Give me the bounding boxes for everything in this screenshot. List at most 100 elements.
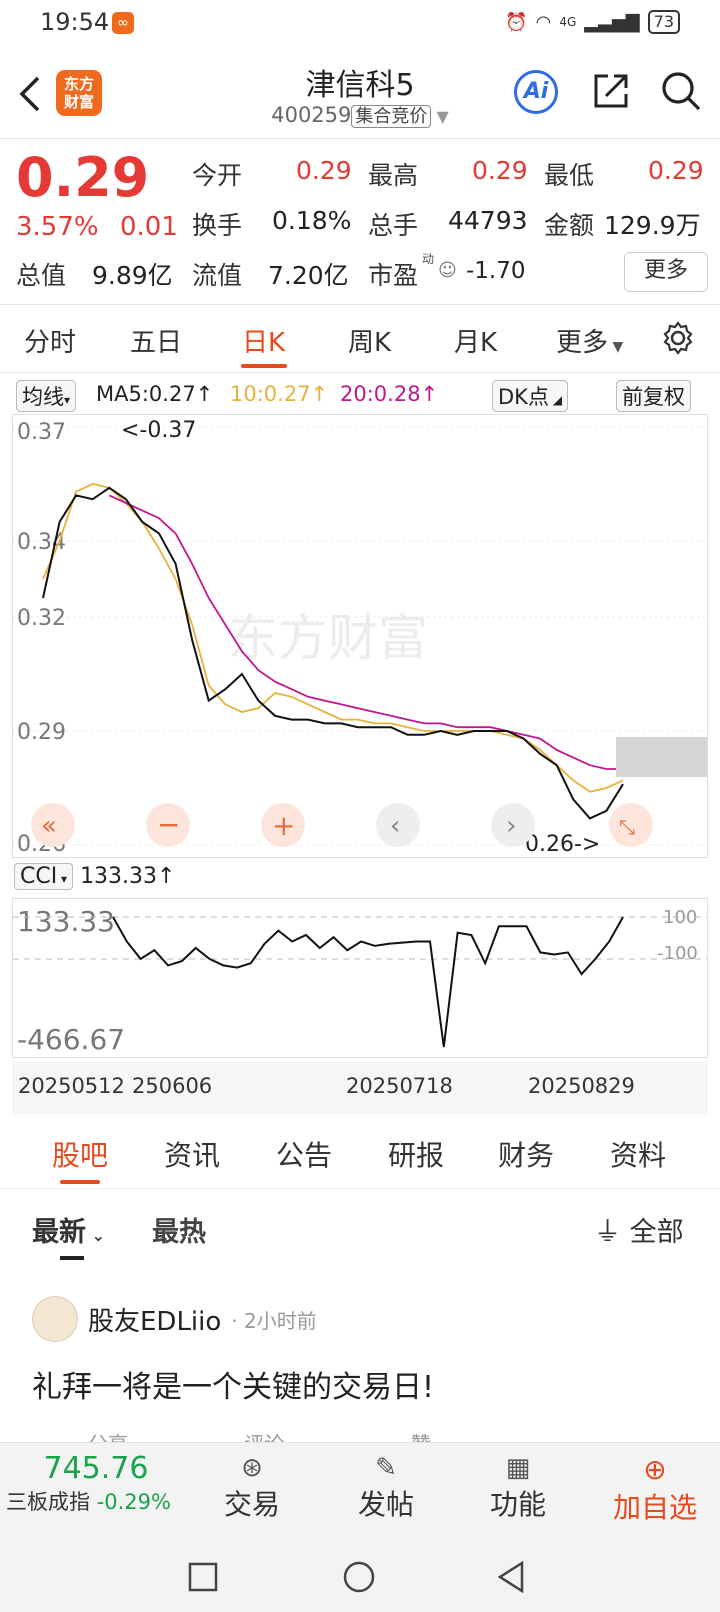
cci-svg: 133.33 -466.67 100 -100 (13, 905, 707, 1056)
ma20-value: 20:0.28↑ (340, 382, 439, 406)
edit-icon: ✎ (375, 1453, 397, 1483)
auction-tag: 集合竞价 (351, 105, 432, 128)
indicator-type-label: 均线 (22, 385, 64, 409)
sort-hot[interactable]: 最热 (152, 1210, 206, 1249)
post-button[interactable]: ✎ 发帖 (346, 1453, 426, 1523)
avatar[interactable] (32, 1296, 78, 1342)
cci-ref-high: 100 (663, 907, 697, 928)
tab-five-day[interactable]: 五日 (130, 322, 182, 359)
add-watchlist-button[interactable]: ⊕ 加自选 (600, 1453, 710, 1526)
comment-action[interactable]: 评论 (244, 1432, 284, 1442)
grid-icon: ▦ (505, 1453, 531, 1483)
trade-label: 交易 (223, 1488, 280, 1521)
dropdown-icon: ▼ (608, 339, 624, 355)
search-icon[interactable] (660, 70, 702, 112)
stock-code: 400259 (271, 103, 352, 127)
filter-icon: ⏚ (594, 1217, 621, 1248)
tab-announcements[interactable]: 公告 (276, 1134, 332, 1174)
kline-chart[interactable]: 东方财富 0.37 0.34 0.32 0.29 0.26 <-0.37 0.26-> … (12, 414, 708, 858)
y-tick-label: 0.32 (17, 606, 66, 631)
active-tab-underline (60, 1180, 100, 1184)
y-tick-label: 0.37 (17, 420, 66, 445)
tab-more[interactable]: 更多 ▼ (556, 322, 623, 359)
sort-latest[interactable]: 最新 ⌄ (32, 1210, 105, 1249)
tab-research[interactable]: 研报 (388, 1134, 444, 1174)
chevron-right-icon: › (506, 811, 516, 841)
cci-ref-low: -100 (657, 943, 698, 964)
high-value: 0.29 (472, 156, 528, 185)
tab-intraday[interactable]: 分时 (24, 322, 76, 359)
cci-chart[interactable]: 133.33 -466.67 100 -100 (12, 898, 708, 1058)
indicator-type-select[interactable]: 均线▾ (16, 380, 77, 412)
functions-label: 功能 (489, 1488, 546, 1521)
home-icon[interactable] (342, 1560, 376, 1594)
post-content[interactable]: 礼拜一将是一个关键的交易日! (32, 1362, 434, 1406)
back-nav-icon[interactable] (496, 1560, 526, 1594)
corner-icon: ◢ (548, 393, 562, 407)
dropdown-icon: ▼ (431, 107, 449, 126)
cci-series-line (112, 916, 624, 1048)
functions-button[interactable]: ▦ 功能 (478, 1453, 558, 1523)
share-action[interactable]: 分享 (88, 1432, 128, 1442)
post-actions: 分享 评论 赞 (32, 1428, 592, 1442)
tab-news[interactable]: 资讯 (164, 1134, 220, 1174)
status-bar: 19:54 ∞ ⏰ ◠ 4G ▂▃▅▇ 73 (0, 0, 720, 46)
cci-line (112, 916, 624, 1048)
content-tabs: 股吧 资讯 公告 研报 财务 资料 (0, 1118, 720, 1189)
cci-label: CCI (20, 864, 58, 889)
min-annotation: 0.26-> (525, 832, 600, 857)
date-label-4: 20250829 (528, 1074, 635, 1098)
filter-all[interactable]: ⏚ 全部 (594, 1210, 684, 1249)
trade-button[interactable]: ⊛ 交易 (212, 1453, 292, 1523)
stock-header: 东方 财富 津信科5 400259 集合竞价 ▼ Ai (0, 46, 720, 138)
filter-label: 全部 (629, 1217, 684, 1248)
ma5-value: MA5:0.27↑ (96, 382, 214, 406)
current-price: 0.29 (16, 146, 150, 209)
header-divider (0, 138, 720, 139)
index-ticker[interactable]: 745.76 三板成指 -0.29% (6, 1451, 186, 1516)
status-time: 19:54 (40, 8, 110, 36)
date-label-3: 20250718 (346, 1074, 453, 1098)
battery-icon: 73 (647, 10, 680, 34)
minus-icon: − (157, 808, 180, 841)
dk-point-button[interactable]: DK点 ◢ (492, 380, 568, 412)
post-time-text: 2小时前 (244, 1308, 317, 1333)
pe-info-icon[interactable]: ☺ (438, 260, 457, 281)
expand-icon: ⤡ (619, 815, 635, 839)
ai-assistant-icon[interactable]: Ai (514, 70, 558, 114)
tab-weekly-k[interactable]: 周K (348, 322, 391, 359)
tabs-divider (0, 372, 720, 373)
amount-value: 129.9万 (604, 211, 701, 240)
tab-guba[interactable]: 股吧 (52, 1134, 108, 1174)
post-label: 发帖 (357, 1488, 414, 1521)
market-cap-label: 总值 (16, 261, 67, 290)
ma-legend: 均线▾ MA5:0.27↑ 10:0.27↑ 20:0.28↑ DK点 ◢ 前复… (0, 378, 720, 412)
more-quote-button[interactable]: 更多 (624, 252, 708, 292)
pe-dynamic-mark: 动 (422, 252, 435, 266)
signal-bars-icon: ▂▃▅▇ (584, 11, 640, 33)
recent-apps-icon[interactable] (188, 1562, 218, 1592)
post-username[interactable]: 股友EDLiio (88, 1301, 221, 1338)
float-cap-label: 流值 (192, 261, 243, 290)
status-icons: ⏰ ◠ 4G ▂▃▅▇ 73 (505, 10, 680, 34)
settings-gear-icon[interactable] (660, 320, 696, 356)
turnover-value: 0.18% (272, 206, 352, 235)
double-left-icon: « (41, 811, 57, 841)
tab-monthly-k[interactable]: 月K (454, 322, 497, 359)
tab-profile[interactable]: 资料 (610, 1134, 666, 1174)
date-axis: 20250512 250606 20250718 20250829 (12, 1062, 708, 1114)
high-label: 最高 (368, 161, 419, 190)
volume-value: 44793 (448, 206, 528, 235)
tab-finance[interactable]: 财务 (498, 1134, 554, 1174)
sort-underline (60, 1256, 84, 1260)
plus-icon: + (272, 809, 295, 842)
add-watchlist-label: 加自选 (612, 1491, 697, 1524)
tab-daily-k[interactable]: 日K (242, 322, 285, 359)
post-header[interactable]: 股友EDLiio · 2小时前 (32, 1296, 317, 1342)
chevron-left-icon: ‹ (390, 811, 400, 841)
adjust-button[interactable]: 前复权 (616, 380, 691, 412)
like-action[interactable]: 赞 (411, 1432, 431, 1442)
share-icon[interactable] (590, 70, 632, 112)
cci-select[interactable]: CCI ▾ (14, 863, 74, 890)
open-value: 0.29 (296, 156, 352, 185)
